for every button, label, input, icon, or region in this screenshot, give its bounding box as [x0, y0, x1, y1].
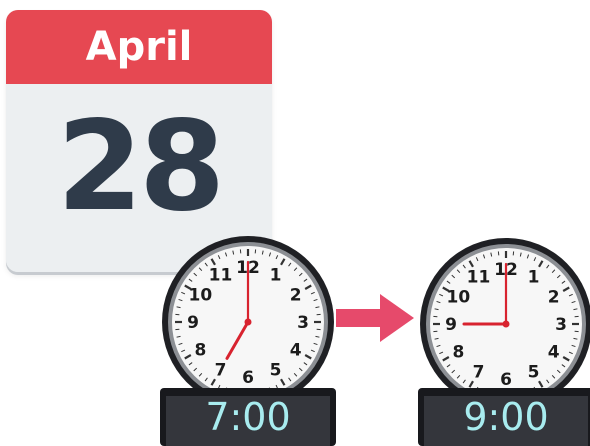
end-clock-number: 1: [528, 267, 540, 287]
start-clock-number: 9: [187, 313, 199, 333]
end-clock-number: 3: [555, 315, 567, 335]
calendar-day: 28: [56, 95, 226, 239]
end-clock-number: 8: [452, 343, 464, 363]
end-clock-number: 10: [447, 288, 471, 308]
start-time-display: 7:00: [160, 388, 336, 446]
end-clock-number: 4: [548, 343, 560, 363]
end-clock-icon: 12 1 2 3 4 5 6 7 8 9 10 11: [416, 234, 590, 414]
start-clock-number: 5: [270, 361, 282, 381]
start-clock-number: 11: [209, 265, 233, 285]
end-time-text: 9:00: [463, 395, 549, 439]
end-clock-number: 11: [467, 267, 491, 287]
end-clock-number: 2: [548, 288, 560, 308]
start-clock-number: 2: [290, 286, 302, 306]
start-clock-number: 7: [215, 361, 227, 381]
end-clock-number: 7: [473, 363, 485, 383]
start-clock-number: 4: [290, 341, 302, 361]
arrow-right-icon: [336, 290, 416, 350]
end-clock-number: 9: [445, 315, 457, 335]
end-clock-number: 5: [528, 363, 540, 383]
start-clock-number: 8: [194, 341, 206, 361]
start-time-text: 7:00: [205, 395, 291, 439]
calendar-month: April: [85, 24, 193, 70]
start-clock-number: 1: [270, 265, 282, 285]
start-clock-icon: 12 1 2 3 4 5 6 7 8 9 10 11: [158, 232, 338, 412]
start-clock-number: 3: [297, 313, 309, 333]
start-clock-number: 6: [242, 368, 254, 388]
end-time-display: 9:00: [418, 388, 590, 446]
end-clock-number: 6: [500, 370, 512, 390]
start-clock-number: 10: [189, 286, 213, 306]
